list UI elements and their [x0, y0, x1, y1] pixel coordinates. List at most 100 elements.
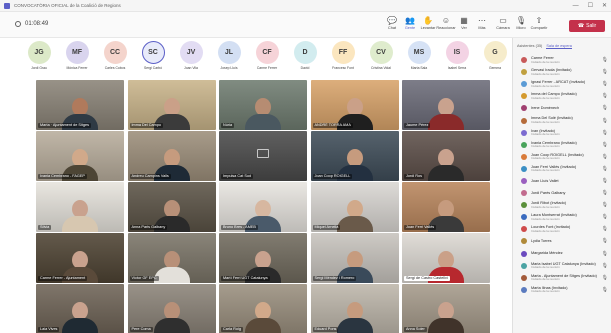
video-tile[interactable]: Miquel Arnella: [310, 182, 399, 232]
participant-list-item[interactable]: Irene Domènech 🎙: [513, 102, 611, 114]
video-tile[interactable]: Núria: [219, 80, 307, 130]
participant-list-item[interactable]: Joan Ferri Vallés (Invitado) Invitado de …: [513, 163, 611, 175]
mic-muted-icon[interactable]: 🎙: [602, 190, 608, 196]
toolbar-share-button[interactable]: ⇧ Compartir: [531, 15, 548, 35]
participant-avatar[interactable]: CV Cristina Vidal: [364, 41, 398, 75]
mic-muted-icon[interactable]: 🎙: [602, 69, 608, 75]
toolbar-react-button[interactable]: ☺ Reaccionar: [436, 15, 455, 35]
video-tile-name: Núria: [221, 122, 235, 128]
video-tile[interactable]: Joan Ferri Vallés: [402, 182, 490, 232]
minimize-icon[interactable]: —: [573, 3, 579, 9]
participant-list-item[interactable]: Ivania Cembrano (Invitado) Invitado de la…: [513, 139, 611, 151]
mic-muted-icon[interactable]: 🎙: [602, 105, 608, 111]
participant-list-item[interactable]: Carme Ferrer Invitado de la reunión 🎙: [513, 54, 611, 66]
participant-list-item[interactable]: Joan Lluís Vallet 🎙: [513, 175, 611, 187]
video-tile[interactable]: Jordi Ros: [402, 131, 490, 181]
leave-button[interactable]: ☎ Salir: [569, 20, 605, 32]
tab-waiting-room[interactable]: Sala de espera: [546, 44, 572, 49]
participant-avatar[interactable]: JV Joan Vila: [174, 41, 208, 75]
participant-avatar[interactable]: G Gemma: [478, 41, 512, 75]
participant-list-item[interactable]: Jordi Parés Galbany 🎙: [513, 187, 611, 199]
video-tile-name: Bruno Bres - AMEB: [221, 224, 258, 230]
mic-muted-icon[interactable]: 🎙: [602, 178, 608, 184]
avatar-name: Joan Vila: [184, 66, 198, 70]
video-tile[interactable]: Marta · Ajuntament de Sitges: [36, 80, 124, 130]
video-tile[interactable]: Laia Vives: [36, 284, 124, 333]
participant-list-item[interactable]: Marta - Ajuntament de Sitges (Invitado) I…: [513, 272, 611, 284]
video-tile[interactable]: Andreu Campins Valls: [127, 131, 216, 181]
participant-list-item[interactable]: Lourdes Font (Invitado) Invitado de la re…: [513, 223, 611, 235]
participant-text: Jordi Ribot (Invitado) Invitado de la reu…: [531, 201, 600, 209]
toolbar-raise-hand-button[interactable]: ✋ Levantar: [420, 15, 436, 35]
mic-muted-icon[interactable]: 🎙: [602, 81, 608, 87]
participant-list-item[interactable]: Lydia Torres 🎙: [513, 235, 611, 247]
participant-avatar[interactable]: CC Carles Cobos: [98, 41, 132, 75]
video-tile[interactable]: Sílvia: [36, 182, 124, 232]
participant-avatar[interactable]: CF Carme Ferrer: [250, 41, 284, 75]
close-icon[interactable]: ✕: [602, 3, 607, 9]
video-tile[interactable]: Bruno Bres - AMEB: [219, 182, 307, 232]
participant-list-item[interactable]: Laura Montserrat (Invitado) Invitado de l…: [513, 211, 611, 223]
participant-list-item[interactable]: Imma Del Solé (Invitado) Invitado de la r…: [513, 114, 611, 126]
video-tile[interactable]: Joan Coop ROIGELL: [310, 131, 399, 181]
mic-muted-icon[interactable]: 🎙: [602, 275, 608, 281]
mic-muted-icon[interactable]: 🎙: [602, 226, 608, 232]
participant-avatar[interactable]: SC Sergi Carbó: [136, 41, 170, 75]
participant-avatar[interactable]: MF Mònica Ferrer: [60, 41, 94, 75]
mic-muted-icon[interactable]: 🎙: [602, 287, 608, 293]
video-tile[interactable]: Impulsa Cat Sud: [219, 131, 307, 181]
video-tile[interactable]: Carla Roig: [219, 284, 307, 333]
participant-avatar[interactable]: JL Josep Lluís: [212, 41, 246, 75]
toolbar-people-button[interactable]: 👥 Gente: [402, 15, 418, 35]
video-tile[interactable]: Ivania Cembrano - FAGEP: [36, 131, 124, 181]
video-tile[interactable]: Anna Paris Galbany: [127, 182, 216, 232]
video-tile[interactable]: Jaume Pérez: [402, 80, 490, 130]
participant-avatar[interactable]: JG Jordi Grau: [22, 41, 56, 75]
participant-avatar[interactable]: FF Francesc Font: [326, 41, 360, 75]
participant-list-item[interactable]: Marta Ilinas (Invitado) Invitado de la re…: [513, 284, 611, 296]
participant-list-item[interactable]: Imma del Campo (Invitado) Invitado de la …: [513, 90, 611, 102]
video-tile[interactable]: Anna Soler: [402, 284, 490, 333]
mic-muted-icon[interactable]: 🎙: [602, 93, 608, 99]
toolbar-camera-button[interactable]: ▭ Cámara: [495, 15, 511, 35]
toolbar-mic-button[interactable]: 🎙 Micro: [513, 15, 529, 35]
participant-list-item[interactable]: Ivan (Invitado) Invitado de la reunión 🎙: [513, 127, 611, 139]
tab-attendees[interactable]: Asistentes (35): [517, 44, 542, 48]
video-tile[interactable]: Eduard Pons: [310, 284, 399, 333]
mic-muted-icon[interactable]: 🎙: [602, 263, 608, 269]
video-tile[interactable]: Imma Del Campo: [127, 80, 216, 130]
video-tile[interactable]: Sergi Méndez i Romero: [310, 233, 399, 283]
mic-muted-icon[interactable]: 🎙: [602, 238, 608, 244]
video-tile[interactable]: Pere Coma: [127, 284, 216, 333]
leave-label: Salir: [586, 23, 597, 29]
participant-list-item[interactable]: Gervasi Iraola (Invitado) Invitado de la …: [513, 66, 611, 78]
mic-muted-icon[interactable]: 🎙: [602, 142, 608, 148]
mic-muted-icon[interactable]: 🎙: [602, 202, 608, 208]
mic-muted-icon[interactable]: 🎙: [602, 154, 608, 160]
participant-list-item[interactable]: Margarida Méndez 🎙: [513, 248, 611, 260]
video-tile[interactable]: Sergi de Castro Castellví: [402, 233, 490, 283]
mic-muted-icon[interactable]: 🎙: [602, 251, 608, 257]
participant-avatar[interactable]: D David: [288, 41, 322, 75]
people-icon: 👥: [405, 16, 415, 25]
video-tile[interactable]: ANDRÉ TORRA AMA: [310, 80, 399, 130]
participant-list-item[interactable]: Ignasi Ferrer - ARCAT (Invitado) Invitado…: [513, 78, 611, 90]
participant-avatar[interactable]: MS Marta Sala: [402, 41, 436, 75]
mic-muted-icon[interactable]: 🎙: [602, 130, 608, 136]
participant-list-item[interactable]: Jordi Ribot (Invitado) Invitado de la reu…: [513, 199, 611, 211]
mic-muted-icon[interactable]: 🎙: [602, 214, 608, 220]
video-tile[interactable]: Víctor GF EPC: [127, 233, 216, 283]
toolbar-view-button[interactable]: ▦ Ver: [456, 15, 472, 35]
participant-list-item[interactable]: Maria Isabel UGT Catalunya (Invitado) Inv…: [513, 260, 611, 272]
toolbar-chat-button[interactable]: 💬 Chat: [384, 15, 400, 35]
participant-list-item[interactable]: Joan Coop ROIGELL (Invitado) Invitado de …: [513, 151, 611, 163]
participant-text: Joan Coop ROIGELL (Invitado) Invitado de …: [531, 153, 600, 161]
toolbar-more-button[interactable]: ⋯ Más: [474, 15, 490, 35]
mic-muted-icon[interactable]: 🎙: [602, 118, 608, 124]
video-tile[interactable]: Carme Ferrer - Ajuntament: [36, 233, 124, 283]
maximize-icon[interactable]: ☐: [588, 3, 593, 9]
participant-avatar[interactable]: IS Isabel Serra: [440, 41, 474, 75]
mic-muted-icon[interactable]: 🎙: [602, 166, 608, 172]
video-tile[interactable]: Martí Ferri UGT Catalunya: [219, 233, 307, 283]
mic-muted-icon[interactable]: 🎙: [602, 57, 608, 63]
